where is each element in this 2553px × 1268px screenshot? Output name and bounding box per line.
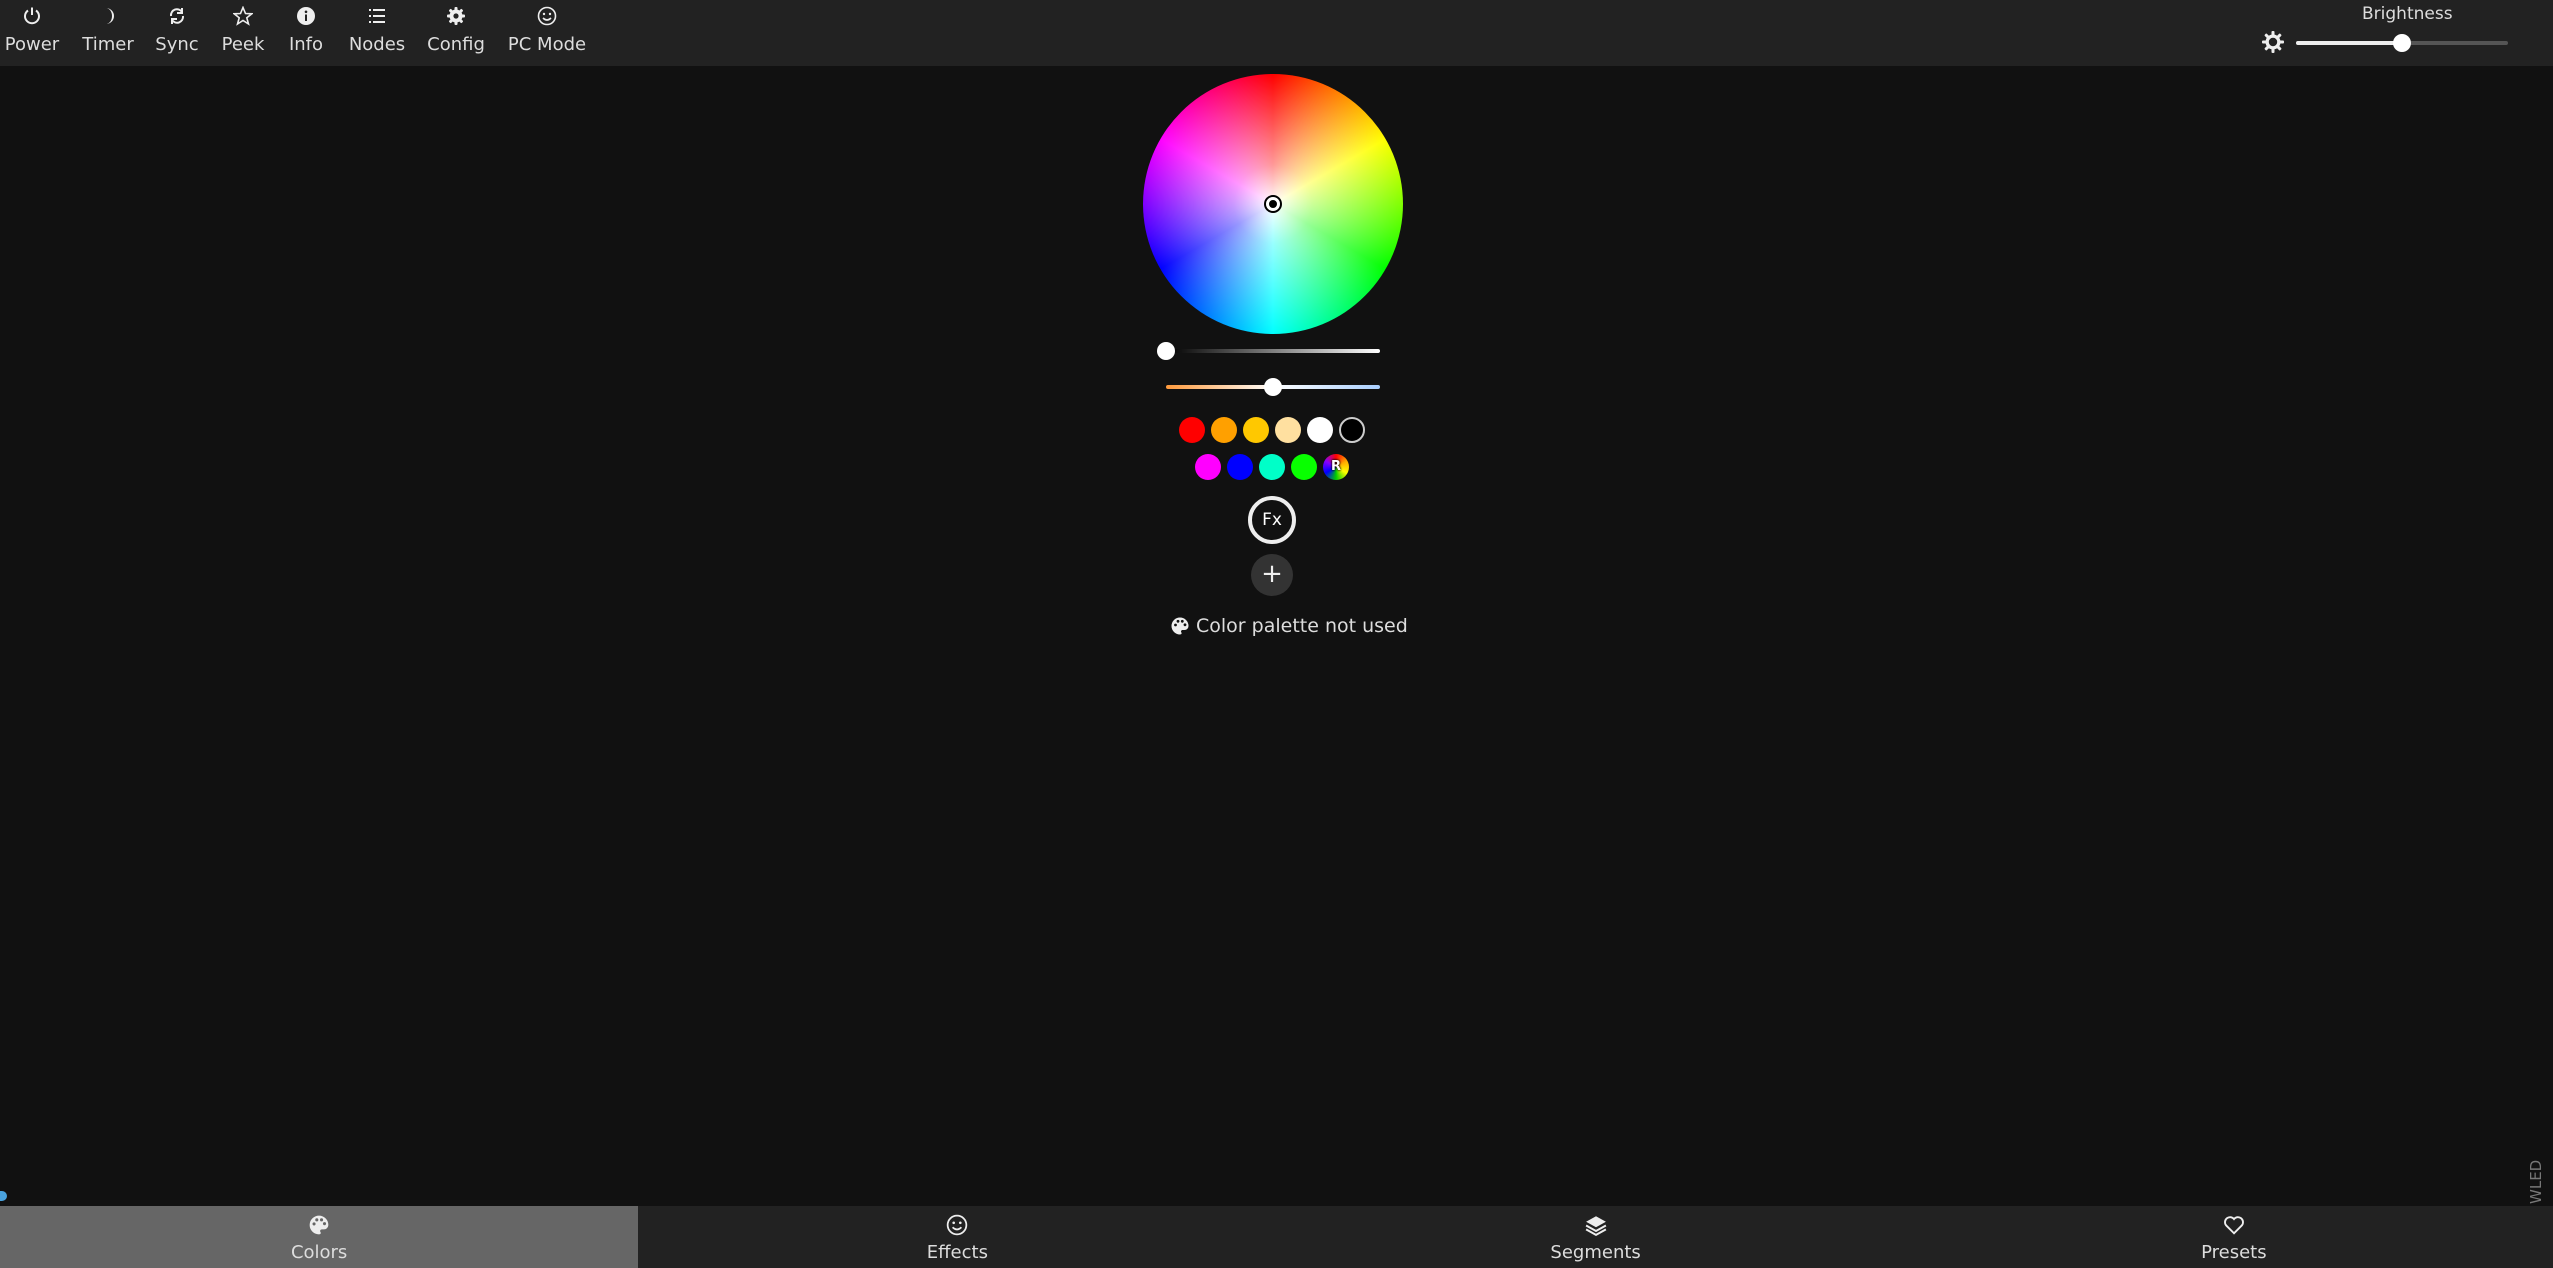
tab-effects[interactable]: Effects xyxy=(638,1206,1276,1268)
peek-button[interactable]: Peek xyxy=(222,2,264,62)
power-button[interactable]: Power xyxy=(4,2,60,62)
wled-logo: WLED xyxy=(2527,1160,2545,1204)
pc-mode-label: PC Mode xyxy=(507,34,587,55)
quick-color-green[interactable] xyxy=(1291,454,1317,480)
add-color-button[interactable]: + xyxy=(1251,554,1293,596)
cct-slider-thumb[interactable] xyxy=(1264,378,1282,396)
layers-icon xyxy=(1585,1214,1607,1237)
brightness-slider-thumb[interactable] xyxy=(2393,34,2411,52)
brightness-slider-fill xyxy=(2296,41,2402,45)
tab-colors-label: Colors xyxy=(290,1242,348,1263)
palette-icon xyxy=(308,1214,330,1236)
heart-icon xyxy=(2223,1214,2245,1236)
gear-icon xyxy=(444,4,468,28)
tab-presets-label: Presets xyxy=(2201,1242,2267,1263)
star-icon xyxy=(231,4,255,28)
tab-segments[interactable]: Segments xyxy=(1277,1206,1915,1268)
tab-segments-label: Segments xyxy=(1550,1242,1641,1263)
quick-color-orange[interactable] xyxy=(1211,417,1237,443)
quick-color-magenta[interactable] xyxy=(1195,454,1221,480)
connection-indicator xyxy=(0,1191,7,1201)
brightness-label: Brightness xyxy=(2362,4,2453,24)
config-label: Config xyxy=(427,34,485,55)
power-label: Power xyxy=(4,34,60,55)
info-icon xyxy=(294,4,318,28)
fx-button[interactable]: Fx xyxy=(1248,496,1296,544)
smiley-icon xyxy=(535,4,559,28)
nodes-label: Nodes xyxy=(348,34,406,55)
timer-label: Timer xyxy=(82,34,134,55)
palette-icon xyxy=(1170,616,1190,636)
sync-label: Sync xyxy=(155,34,199,55)
config-button[interactable]: Config xyxy=(427,2,485,62)
tab-presets[interactable]: Presets xyxy=(1915,1206,2553,1268)
tab-effects-label: Effects xyxy=(926,1242,988,1263)
sync-icon xyxy=(165,4,189,28)
quick-color-red[interactable] xyxy=(1179,417,1205,443)
info-label: Info xyxy=(288,34,324,55)
power-icon xyxy=(20,4,44,28)
palette-note: Color palette not used xyxy=(1170,614,1408,638)
cct-slider[interactable] xyxy=(1166,378,1380,396)
pc-mode-button[interactable]: PC Mode xyxy=(507,2,587,62)
info-button[interactable]: Info xyxy=(288,2,324,62)
value-slider[interactable] xyxy=(1157,342,1380,360)
moon-icon xyxy=(96,4,120,28)
quick-color-black[interactable] xyxy=(1339,417,1365,443)
quick-color-random[interactable]: R xyxy=(1323,454,1349,480)
top-toolbar: Power Timer Sync Peek Info Nodes Config … xyxy=(0,0,2553,66)
nodes-button[interactable]: Nodes xyxy=(348,2,406,62)
brightness-icon xyxy=(2261,30,2285,54)
bottom-tab-bar: Colors Effects Segments Presets xyxy=(0,1206,2553,1268)
quick-color-cyan[interactable] xyxy=(1259,454,1285,480)
color-wheel-handle[interactable] xyxy=(1264,195,1282,213)
peek-label: Peek xyxy=(221,34,265,55)
list-icon xyxy=(365,4,389,28)
quick-color-amber[interactable] xyxy=(1243,417,1269,443)
tab-colors[interactable]: Colors xyxy=(0,1206,639,1268)
value-slider-thumb[interactable] xyxy=(1157,342,1175,360)
timer-button[interactable]: Timer xyxy=(80,2,136,62)
palette-note-text: Color palette not used xyxy=(1196,615,1408,637)
brightness-slider[interactable] xyxy=(2296,34,2508,52)
quick-color-warm-white[interactable] xyxy=(1275,417,1301,443)
quick-color-blue[interactable] xyxy=(1227,454,1253,480)
quick-color-white[interactable] xyxy=(1307,417,1333,443)
sync-button[interactable]: Sync xyxy=(154,2,200,62)
smiley-icon xyxy=(946,1214,968,1236)
wled-logo-text: WLED xyxy=(2527,1160,2545,1204)
